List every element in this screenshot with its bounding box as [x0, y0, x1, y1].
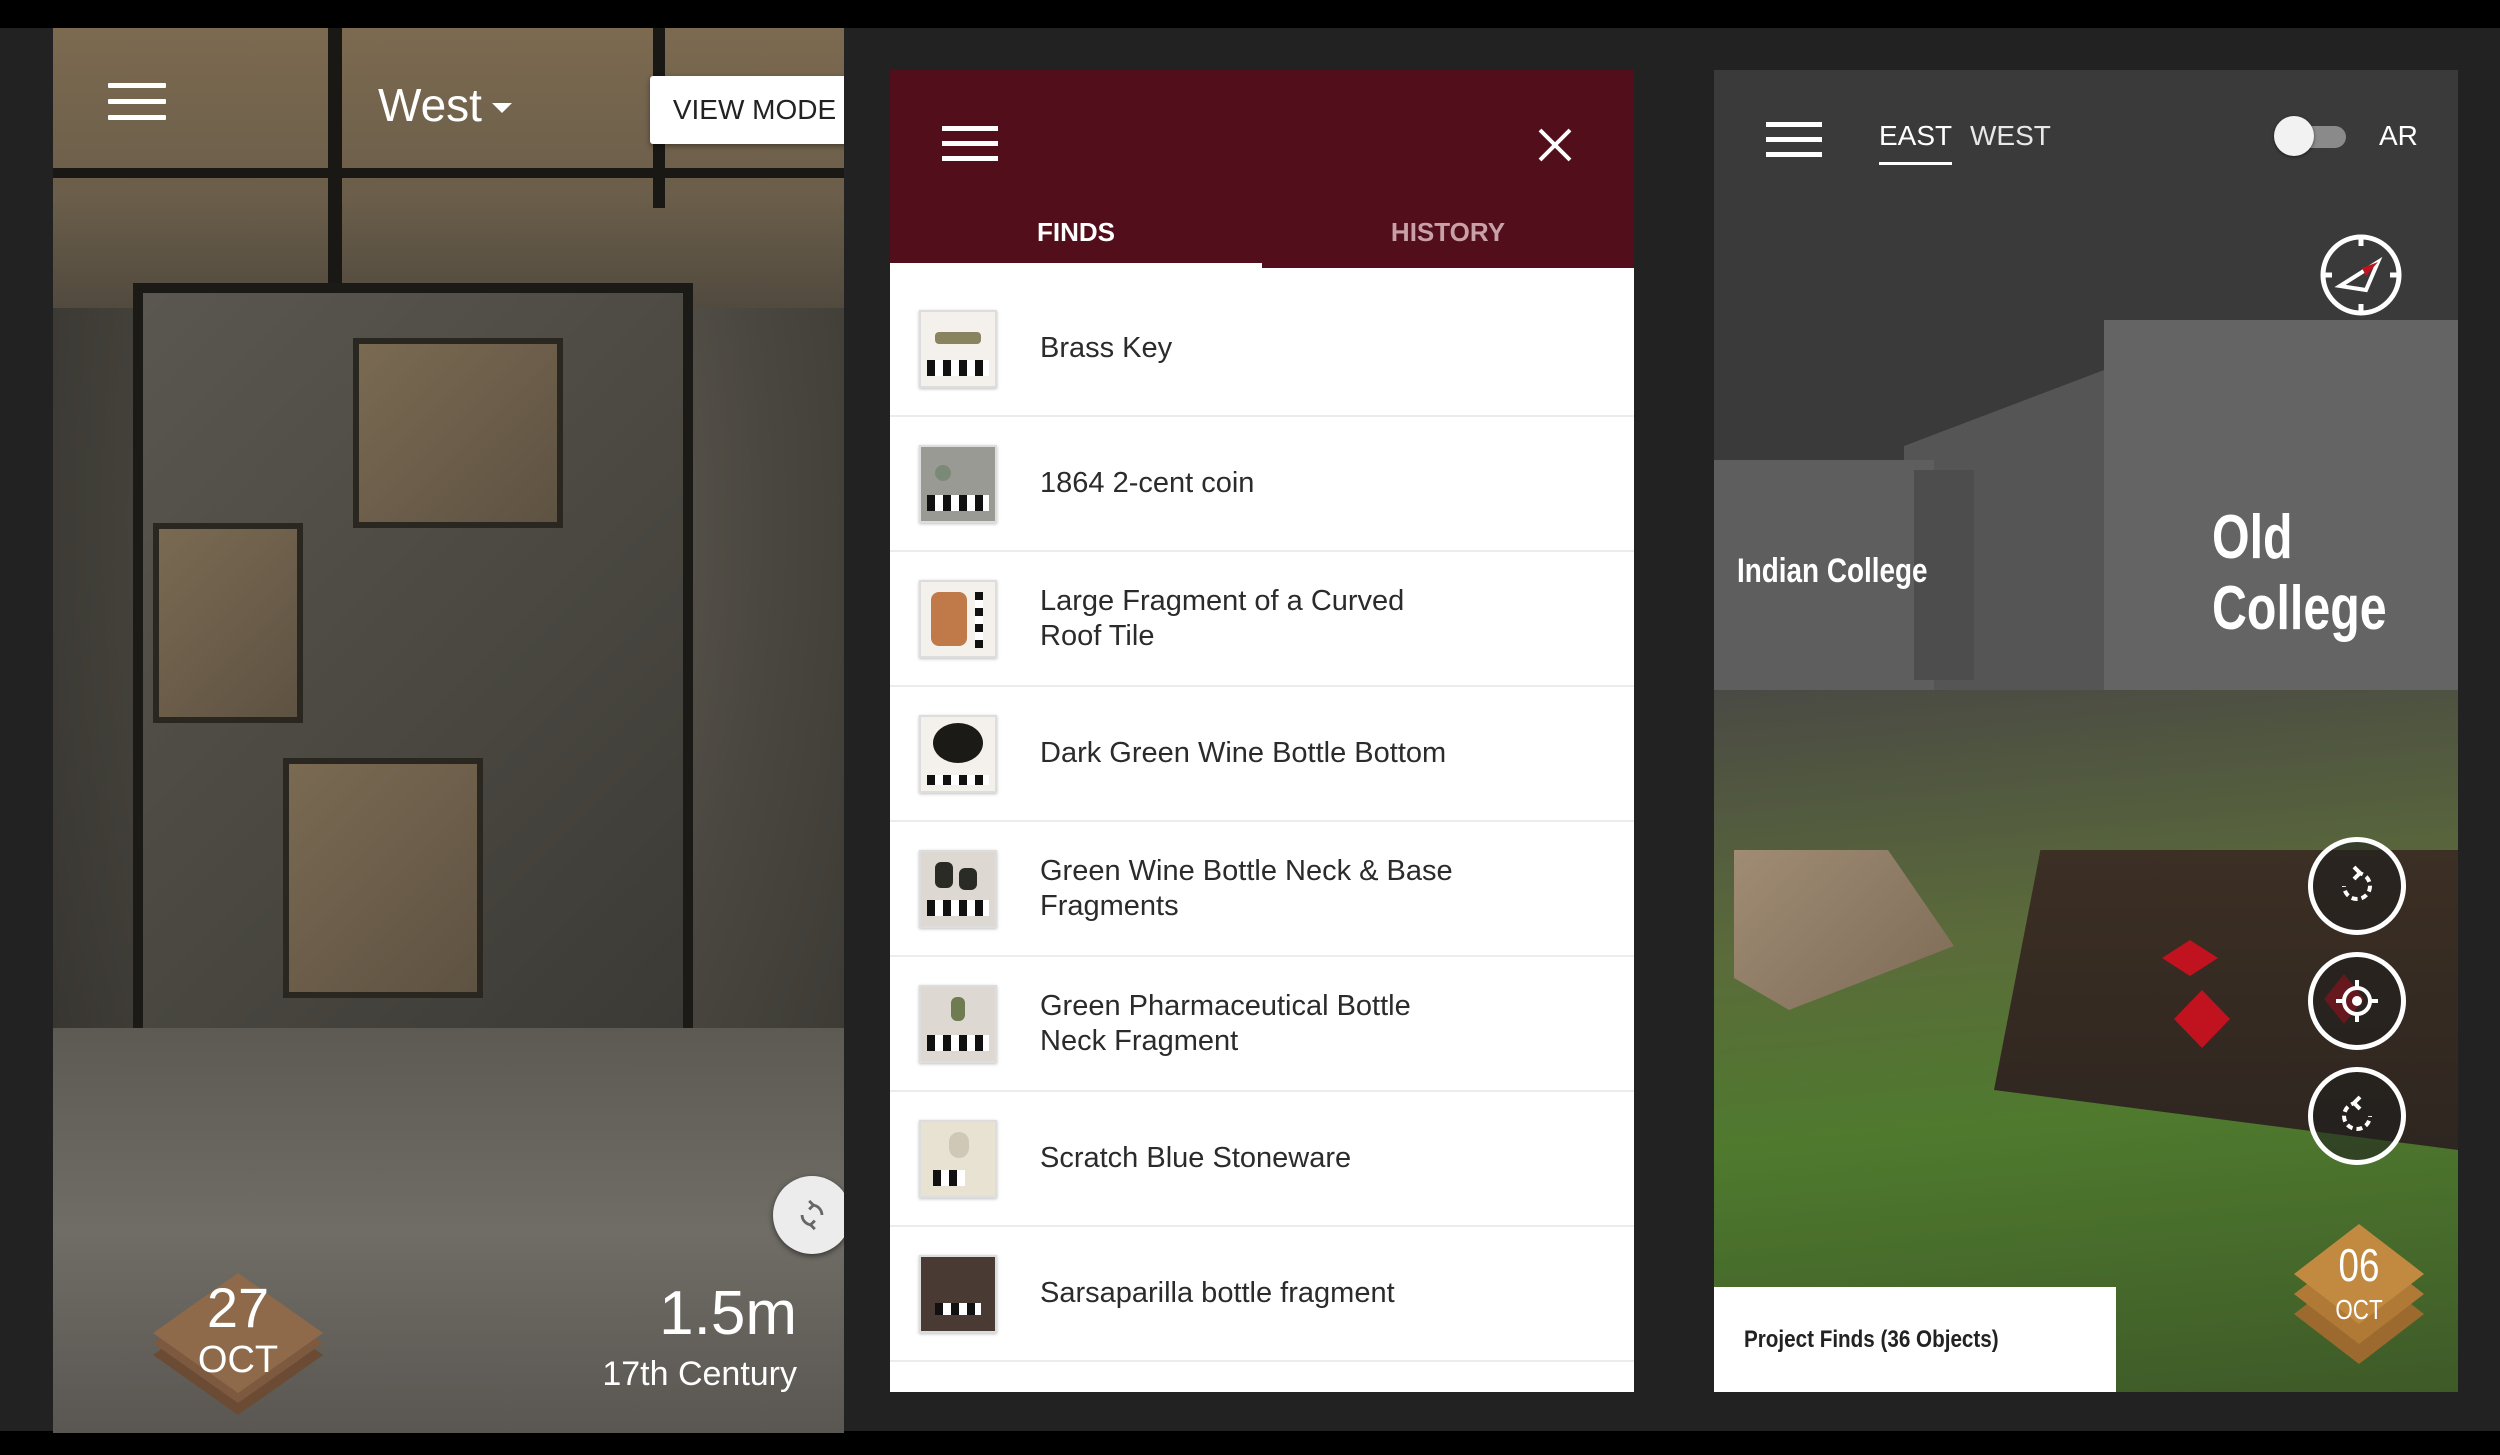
- tab-west[interactable]: WEST: [1970, 120, 2051, 152]
- rotate-clockwise-button[interactable]: [2308, 837, 2406, 935]
- compass-icon[interactable]: [2318, 232, 2404, 318]
- ar-3d-screen[interactable]: EAST WEST AR Indian College Old College: [1714, 70, 2458, 1392]
- date-day: 27: [206, 1276, 270, 1339]
- excavation-crack: [328, 28, 342, 288]
- wine-bottle-bottom-thumb: [919, 714, 997, 793]
- background-bottom: [0, 1431, 2500, 1455]
- find-label: Large Fragment of a Curved Roof Tile: [1040, 584, 1405, 652]
- location-label: West: [378, 79, 482, 131]
- find-label: Brass Key: [1040, 332, 1173, 364]
- stoneware-thumb: [919, 1119, 997, 1198]
- era-label: 17th Century: [602, 1355, 797, 1393]
- find-item-stoneware[interactable]: Scratch Blue Stoneware: [890, 1092, 1634, 1227]
- date-badge[interactable]: 27 OCT: [153, 1273, 323, 1415]
- menu-icon[interactable]: [1766, 122, 1822, 158]
- find-item-pharma-bottle[interactable]: Green Pharmaceutical Bottle Neck Fragmen…: [890, 957, 1634, 1092]
- refresh-button[interactable]: [773, 1176, 844, 1254]
- brass-key-thumb: [919, 309, 997, 388]
- excavation-block: [353, 338, 563, 528]
- find-item-wine-bottle-bottom[interactable]: Dark Green Wine Bottle Bottom: [890, 687, 1634, 822]
- coin-thumb: [919, 444, 997, 523]
- close-icon[interactable]: [1530, 120, 1580, 170]
- find-label: Green Pharmaceutical Bottle Neck Fragmen…: [1040, 989, 1411, 1057]
- ar-toggle[interactable]: [2274, 114, 2350, 158]
- project-finds-panel[interactable]: Project Finds (36 Objects): [1714, 1287, 2116, 1392]
- excavation-crack: [53, 168, 844, 178]
- finds-list: Brass Key 1864 2-cent coin Large Fragmen…: [890, 282, 1634, 1362]
- rotate-counterclockwise-button[interactable]: [2308, 1067, 2406, 1165]
- find-label: Dark Green Wine Bottle Bottom: [1040, 737, 1447, 769]
- recenter-button[interactable]: [2308, 952, 2406, 1050]
- building-label-old-college: Old College: [2212, 503, 2387, 643]
- find-item-sarsaparilla[interactable]: Sarsaparilla bottle fragment: [890, 1227, 1634, 1362]
- tab-finds[interactable]: FINDS: [890, 205, 1262, 268]
- sarsaparilla-thumb: [919, 1254, 997, 1333]
- finds-tabs: FINDS HISTORY: [890, 205, 1634, 268]
- excavation-block: [153, 523, 303, 723]
- location-dropdown[interactable]: West: [378, 78, 512, 132]
- menu-icon[interactable]: [942, 126, 998, 162]
- rotate-clockwise-icon: [2342, 865, 2372, 901]
- date-month: OCT: [197, 1339, 279, 1381]
- find-label: Green Wine Bottle Neck & Base Fragments: [1040, 854, 1453, 922]
- find-label: Sarsaparilla bottle fragment: [1040, 1277, 1395, 1309]
- finds-header: FINDS HISTORY: [890, 70, 1634, 268]
- find-item-roof-tile[interactable]: Large Fragment of a Curved Roof Tile: [890, 552, 1634, 687]
- rotate-counterclockwise-icon: [2342, 1095, 2372, 1131]
- depth-readout: 1.5m: [659, 1279, 797, 1348]
- find-item-bottle-neck[interactable]: Green Wine Bottle Neck & Base Fragments: [890, 822, 1634, 957]
- find-label: 1864 2-cent coin: [1040, 467, 1255, 499]
- find-item-coin[interactable]: 1864 2-cent coin: [890, 417, 1634, 552]
- pharma-bottle-thumb: [919, 984, 997, 1063]
- crosshair-icon: [2336, 980, 2378, 1022]
- overhead-map-screen[interactable]: West VIEW MODE 27 OCT 1.5m 17th Century: [53, 28, 844, 1433]
- date-month: OCT: [2335, 1294, 2383, 1325]
- bottle-neck-thumb: [919, 849, 997, 928]
- tab-history[interactable]: HISTORY: [1262, 205, 1634, 268]
- find-label: Scratch Blue Stoneware: [1040, 1142, 1352, 1174]
- building-label-indian-college: Indian College: [1737, 552, 1928, 590]
- refresh-icon: [800, 1199, 824, 1231]
- view-mode-button[interactable]: VIEW MODE: [650, 76, 844, 144]
- chevron-down-icon: [491, 103, 512, 113]
- roof-tile-thumb: [919, 579, 997, 658]
- tab-east[interactable]: EAST: [1879, 120, 1953, 165]
- project-finds-label: Project Finds (36 Objects): [1744, 1325, 1999, 1353]
- excavation-block: [283, 758, 483, 998]
- find-item-brass-key[interactable]: Brass Key: [890, 282, 1634, 417]
- date-badge[interactable]: 06 OCT: [2294, 1220, 2424, 1370]
- finds-panel-screen: FINDS HISTORY Brass Key 1864 2-cent coin…: [890, 70, 1634, 1392]
- ar-label: AR: [2379, 120, 2418, 151]
- date-day: 06: [2338, 1239, 2380, 1291]
- menu-icon[interactable]: [108, 83, 166, 123]
